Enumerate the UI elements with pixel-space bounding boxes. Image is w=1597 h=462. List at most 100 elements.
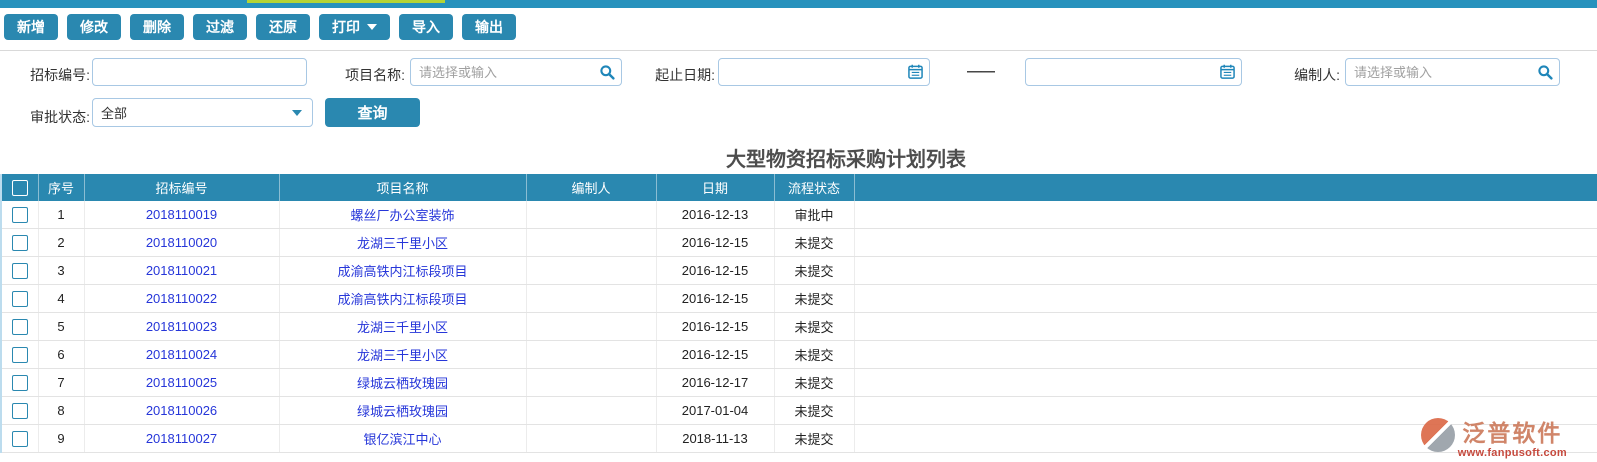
approval-status-select[interactable]: 全部 xyxy=(92,98,313,127)
row-checkbox-cell xyxy=(1,256,39,285)
bid-no-cell: 2018110024 xyxy=(84,340,280,369)
compiler-cell xyxy=(526,340,657,369)
project-cell: 绿城云栖玫瑰园 xyxy=(279,368,527,397)
compiler-cell xyxy=(526,396,657,425)
top-accent-bar xyxy=(0,0,1597,8)
date-end-input[interactable] xyxy=(1025,58,1242,86)
calendar-icon[interactable] xyxy=(908,64,923,79)
toolbar-button-label: 过滤 xyxy=(206,19,234,35)
bid-no-cell: 2018110023 xyxy=(84,312,280,341)
row-checkbox[interactable] xyxy=(11,374,28,391)
table-body: 1 2018110019 螺丝厂办公室装饰 2016-12-13 审批中 2 2018110… xyxy=(1,201,1597,453)
project-link[interactable]: 龙湖三千里小区 xyxy=(357,348,448,363)
bid-no-link[interactable]: 2018110021 xyxy=(146,263,217,278)
watermark-url: www.fanpusoft.com xyxy=(1457,447,1567,459)
date-range-label: 起止日期: xyxy=(655,67,715,83)
bid-no-link[interactable]: 2018110026 xyxy=(146,403,217,418)
project-cell: 成渝高铁内江标段项目 xyxy=(279,256,527,285)
bid-no-link[interactable]: 2018110019 xyxy=(146,207,217,222)
filter-row-2: 审批状态: 全部 查询 xyxy=(0,94,1597,131)
compiler-cell xyxy=(526,284,657,313)
date-cell: 2017-01-04 xyxy=(656,396,775,425)
header-project-name: 项目名称 xyxy=(279,174,527,201)
toolbar-button-print[interactable]: 打印 xyxy=(319,14,390,40)
row-checkbox[interactable] xyxy=(11,430,28,447)
toolbar-button-filter[interactable]: 过滤 xyxy=(193,14,247,40)
project-link[interactable]: 成渝高铁内江标段项目 xyxy=(337,292,467,307)
fanpu-logo-icon xyxy=(1420,418,1455,452)
project-name-input[interactable] xyxy=(410,58,622,86)
toolbar-button-import[interactable]: 导入 xyxy=(399,14,453,40)
seq-cell: 9 xyxy=(38,424,85,453)
bid-no-link[interactable]: 2018110024 xyxy=(146,347,217,362)
project-link[interactable]: 绿城云栖玫瑰园 xyxy=(357,376,448,391)
header-status: 流程状态 xyxy=(774,174,855,201)
query-button[interactable]: 查询 xyxy=(325,98,420,127)
approval-status-value: 全部 xyxy=(101,106,128,121)
project-cell: 成渝高铁内江标段项目 xyxy=(279,284,527,313)
bid-no-input[interactable] xyxy=(92,58,307,86)
bid-no-link[interactable]: 2018110020 xyxy=(146,235,217,250)
row-checkbox[interactable] xyxy=(11,262,28,279)
toolbar-button-label: 新增 xyxy=(17,19,45,35)
project-cell: 龙湖三千里小区 xyxy=(279,312,527,341)
bid-no-link[interactable]: 2018110023 xyxy=(146,319,217,334)
title-bar: 大型物资招标采购计划列表 xyxy=(0,131,1597,174)
bid-no-cell: 2018110025 xyxy=(84,368,280,397)
date-cell: 2016-12-15 xyxy=(656,312,775,341)
seq-cell: 1 xyxy=(38,201,85,229)
table-row: 2 2018110020 龙湖三千里小区 2016-12-15 未提交 xyxy=(1,228,1597,257)
row-checkbox[interactable] xyxy=(11,206,28,223)
calendar-icon[interactable] xyxy=(1220,64,1235,79)
row-checkbox[interactable] xyxy=(11,234,28,251)
row-checkbox[interactable] xyxy=(11,290,28,307)
toolbar-button-modify[interactable]: 修改 xyxy=(67,14,121,40)
date-start-input[interactable] xyxy=(718,58,930,86)
project-link[interactable]: 银亿滨江中心 xyxy=(363,432,441,447)
table-row: 8 2018110026 绿城云栖玫瑰园 2017-01-04 未提交 xyxy=(1,396,1597,425)
table-row: 5 2018110023 龙湖三千里小区 2016-12-15 未提交 xyxy=(1,312,1597,341)
plan-table: 序号 招标编号 项目名称 编制人 日期 流程状态 1 2018110019 螺丝厂办… xyxy=(0,174,1597,453)
row-checkbox[interactable] xyxy=(11,346,28,363)
toolbar-button-add[interactable]: 新增 xyxy=(4,14,58,40)
compiler-cell xyxy=(526,312,657,341)
compiler-field-wrap xyxy=(1345,58,1560,86)
toolbar-button-restore[interactable]: 还原 xyxy=(256,14,310,40)
bid-no-label: 招标编号: xyxy=(30,67,90,83)
row-checkbox-cell xyxy=(1,201,39,229)
bid-no-cell: 2018110026 xyxy=(84,396,280,425)
toolbar-button-export[interactable]: 输出 xyxy=(462,14,516,40)
toolbar-button-delete[interactable]: 删除 xyxy=(130,14,184,40)
compiler-cell xyxy=(526,201,657,229)
bid-no-link[interactable]: 2018110025 xyxy=(146,375,217,390)
header-checkbox-cell xyxy=(1,174,39,201)
compiler-cell xyxy=(526,424,657,453)
status-cell: 未提交 xyxy=(774,228,855,257)
project-link[interactable]: 成渝高铁内江标段项目 xyxy=(337,264,467,279)
toolbar-button-label: 还原 xyxy=(269,19,297,35)
select-all-checkbox[interactable] xyxy=(11,179,28,196)
project-link[interactable]: 龙湖三千里小区 xyxy=(357,320,448,335)
bid-no-cell: 2018110019 xyxy=(84,201,280,229)
status-cell: 审批中 xyxy=(774,201,855,229)
date-cell: 2016-12-15 xyxy=(656,256,775,285)
filler-cell xyxy=(854,284,1597,313)
bid-no-link[interactable]: 2018110022 xyxy=(146,291,217,306)
status-cell: 未提交 xyxy=(774,312,855,341)
row-checkbox-cell xyxy=(1,396,39,425)
approval-status-label: 审批状态: xyxy=(30,109,90,125)
compiler-input[interactable] xyxy=(1345,58,1560,86)
watermark-brand: 泛普软件 xyxy=(1462,420,1563,446)
toolbar-button-label: 导入 xyxy=(412,19,440,35)
search-icon[interactable] xyxy=(1537,64,1553,80)
project-link[interactable]: 龙湖三千里小区 xyxy=(357,236,448,251)
table-header-row: 序号 招标编号 项目名称 编制人 日期 流程状态 xyxy=(1,174,1597,201)
bid-no-link[interactable]: 2018110027 xyxy=(146,431,217,446)
project-link[interactable]: 绿城云栖玫瑰园 xyxy=(357,404,448,419)
table-row: 9 2018110027 银亿滨江中心 2018-11-13 未提交 xyxy=(1,424,1597,453)
row-checkbox[interactable] xyxy=(11,318,28,335)
row-checkbox[interactable] xyxy=(11,402,28,419)
project-link[interactable]: 螺丝厂办公室装饰 xyxy=(350,208,454,223)
filler-cell xyxy=(854,256,1597,285)
search-icon[interactable] xyxy=(599,64,615,80)
